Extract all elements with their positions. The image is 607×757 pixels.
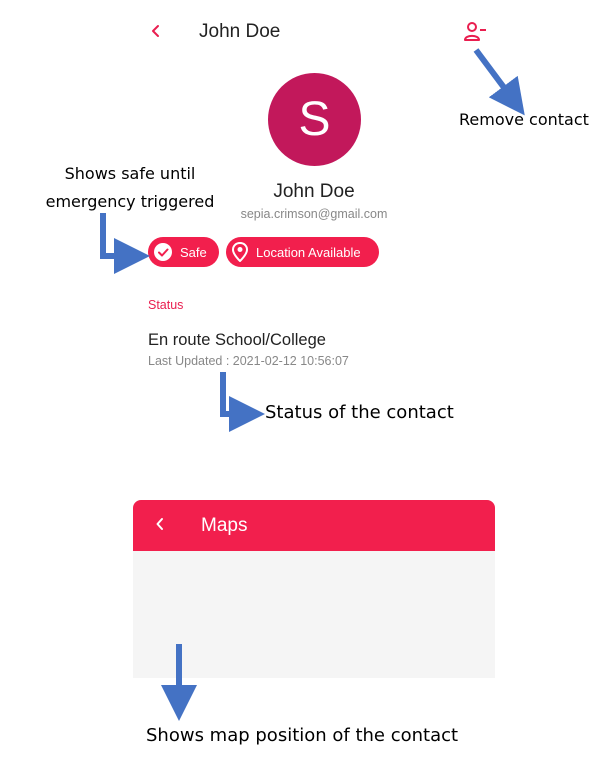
remove-contact-arrow <box>473 48 525 116</box>
annotation-safe-line1: Shows safe until <box>64 164 196 183</box>
status-arrow <box>220 372 265 432</box>
annotation-status: Status of the contact <box>265 402 454 423</box>
annotation-map: Shows map position of the contact <box>146 725 459 746</box>
annotation-remove-contact: Remove contact <box>459 110 589 129</box>
annotation-safe-line2: emergency triggered <box>45 192 215 211</box>
safe-arrow <box>100 213 150 274</box>
annotation-safe: Shows safe until emergency triggered <box>36 160 224 216</box>
